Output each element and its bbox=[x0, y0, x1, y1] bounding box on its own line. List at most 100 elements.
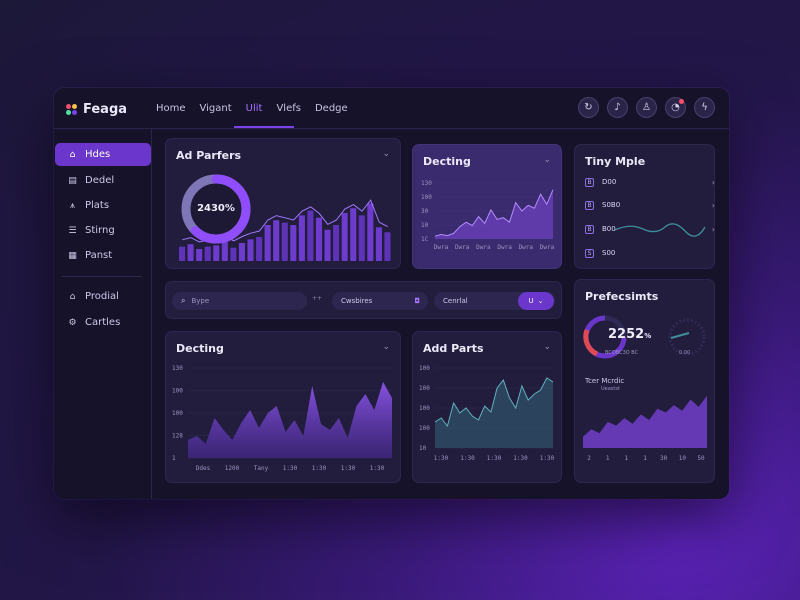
chevron-right-icon[interactable]: › bbox=[712, 201, 715, 210]
chevron-right-icon[interactable]: › bbox=[712, 178, 715, 187]
x-tick-label: 1200 bbox=[225, 465, 240, 472]
lightning-icon[interactable]: ϟ bbox=[694, 97, 715, 118]
sidebar-item-dedel[interactable]: ▤ Dedel bbox=[55, 169, 151, 192]
house-icon: ⌂ bbox=[69, 291, 76, 302]
bar bbox=[238, 243, 245, 261]
search-input[interactable]: ⌕ Bype bbox=[172, 292, 307, 310]
nav-item-vlefs[interactable]: Vlefs bbox=[276, 88, 301, 129]
sidebar-divider bbox=[62, 276, 142, 277]
x-tick-label: 1:30 bbox=[283, 465, 298, 472]
chevron-right-icon[interactable]: › bbox=[712, 225, 715, 234]
bar bbox=[375, 227, 382, 261]
card-decting-top: Decting ⌄ 130 100 30 10 1C Dwra Dwra Dwra Dwra Dw… bbox=[412, 144, 562, 269]
sidebar-item-label: Cartles bbox=[85, 317, 121, 328]
y-tick-label: 130 bbox=[172, 365, 183, 372]
list-value: B00 bbox=[602, 225, 616, 233]
gauge-value: 2252% bbox=[608, 327, 652, 342]
x-tick-label: Dwra bbox=[519, 244, 534, 251]
filter-pill-label: Cenrlal bbox=[443, 297, 468, 305]
x-tick-label: 1 bbox=[625, 455, 629, 462]
y-tick-label: 30 bbox=[421, 208, 429, 215]
list-item[interactable]: B B00 › bbox=[585, 222, 715, 236]
y-tick-label: 100 bbox=[419, 385, 430, 392]
sidebar: ⌂ Hdes ▤ Dedel ⩚ Plats ☰ Stirng ▦ Panst ⌂ Prodial ⚙ C… bbox=[54, 129, 152, 499]
list-value: S00 bbox=[602, 249, 616, 257]
bar bbox=[196, 249, 203, 261]
x-tick-label: Dwra bbox=[540, 244, 555, 251]
list-badge: B bbox=[585, 177, 594, 187]
y-tick-label: 10 bbox=[421, 222, 429, 229]
stack-icon: ☰ bbox=[68, 225, 77, 236]
sidebar-item-label: Dedel bbox=[85, 175, 115, 186]
x-tick-label: Ddes bbox=[196, 465, 211, 472]
sidebar-item-hdes[interactable]: ⌂ Hdes bbox=[55, 143, 151, 166]
nav-item-vigant[interactable]: Vigant bbox=[200, 88, 232, 129]
notification-dot bbox=[679, 99, 684, 104]
sidebar-item-prodial[interactable]: ⌂ Prodial bbox=[55, 285, 151, 308]
sidebar-item-label: Hdes bbox=[85, 149, 111, 160]
app-name: Feaga bbox=[83, 101, 128, 117]
list-value: S0B0 bbox=[602, 201, 621, 209]
filter-icon: ◘ bbox=[414, 297, 420, 305]
user-icon[interactable]: ♙ bbox=[636, 97, 657, 118]
x-tick-label: 1:30 bbox=[460, 455, 475, 462]
x-tick-label: Dwra bbox=[455, 244, 470, 251]
y-tick-label: 10 bbox=[419, 445, 427, 452]
y-tick-label: 100 bbox=[419, 365, 430, 372]
sidebar-item-panst[interactable]: ▦ Panst bbox=[55, 244, 151, 267]
bar bbox=[256, 237, 263, 261]
top-nav: Home Vigant Ulit Vlefs Dedge bbox=[156, 88, 348, 129]
y-tick-label: 100 bbox=[419, 425, 430, 432]
bar bbox=[367, 203, 374, 261]
separator: ++ bbox=[312, 295, 323, 302]
brand[interactable]: Feaga bbox=[66, 100, 127, 118]
bar bbox=[350, 208, 357, 261]
filter-pill-1[interactable]: Cwsbires ◘ bbox=[332, 292, 428, 310]
x-tick-label: 1:30 bbox=[370, 465, 385, 472]
sidebar-item-cartles[interactable]: ⚙ Cartles bbox=[55, 311, 151, 334]
grid-icon: ▤ bbox=[68, 175, 77, 186]
y-tick-label: 128 bbox=[172, 433, 183, 440]
nav-item-dedge[interactable]: Dedge bbox=[315, 88, 348, 129]
filter-pill-label: U bbox=[528, 297, 534, 305]
y-tick-label: 100 bbox=[421, 194, 432, 201]
card-decting-bottom: Decting ⌄ 130 100 100 128 1 Ddes 1200 Tany 1:30 1… bbox=[165, 331, 401, 483]
x-tick-label: 30 bbox=[660, 455, 668, 462]
chat-icon[interactable]: ◔ bbox=[665, 97, 686, 118]
sidebar-item-plats[interactable]: ⩚ Plats bbox=[55, 194, 151, 217]
x-tick-label: Dwra bbox=[476, 244, 491, 251]
sidebar-item-stirng[interactable]: ☰ Stirng bbox=[55, 219, 151, 242]
gauge-sub: BCOBC3O BC bbox=[605, 350, 639, 356]
filter-pill-3[interactable]: U ⌄ bbox=[518, 292, 554, 310]
y-tick-label: 100 bbox=[172, 388, 183, 395]
bar bbox=[281, 222, 288, 261]
search-placeholder: Bype bbox=[191, 297, 210, 305]
add-parts-chart: 100 100 100 100 10 1:30 1:30 1:30 1:30 1:30 bbox=[419, 365, 555, 462]
home-icon: ⌂ bbox=[69, 149, 76, 160]
small-gauge-sub: 0.00 bbox=[679, 350, 691, 356]
list-badge: B bbox=[585, 200, 594, 210]
bar bbox=[324, 229, 331, 261]
bar bbox=[358, 215, 365, 261]
card-tiny-mple: Tiny Mple B D00 › B S0B0 › B B00 › S S00 bbox=[574, 144, 715, 269]
refresh-icon[interactable]: ↻ bbox=[578, 97, 599, 118]
person-icon: ⩚ bbox=[69, 200, 76, 211]
nav-item-ulit[interactable]: Ulit bbox=[246, 88, 263, 129]
bar bbox=[273, 220, 280, 261]
bar bbox=[290, 225, 297, 261]
top-icons: ↻ ♪ ♙ ◔ ϟ bbox=[578, 97, 715, 118]
music-note-icon[interactable]: ♪ bbox=[607, 97, 628, 118]
card-prefecsimts: Prefecsimts 2 1 1 1 30 10 50 2252% BCOBC3O BC … bbox=[574, 279, 715, 483]
list-item[interactable]: B S0B0 › bbox=[585, 198, 715, 212]
x-tick-label: 1:30 bbox=[434, 455, 449, 462]
settings-icon: ⚙ bbox=[68, 317, 77, 328]
card-add-parts: Add Parts ⌄ 100 100 100 100 10 1:30 1:30 1:30 1:… bbox=[412, 331, 562, 483]
table-icon: ▦ bbox=[68, 250, 77, 261]
x-tick-label: 1:30 bbox=[487, 455, 502, 462]
list-item[interactable]: B D00 › bbox=[585, 175, 715, 189]
bar bbox=[298, 215, 305, 261]
mini-chart-title: Tcer Mcrdic bbox=[585, 377, 625, 385]
list-item[interactable]: S S00 bbox=[585, 246, 705, 260]
y-tick-label: 100 bbox=[172, 410, 183, 417]
nav-item-home[interactable]: Home bbox=[156, 88, 186, 129]
